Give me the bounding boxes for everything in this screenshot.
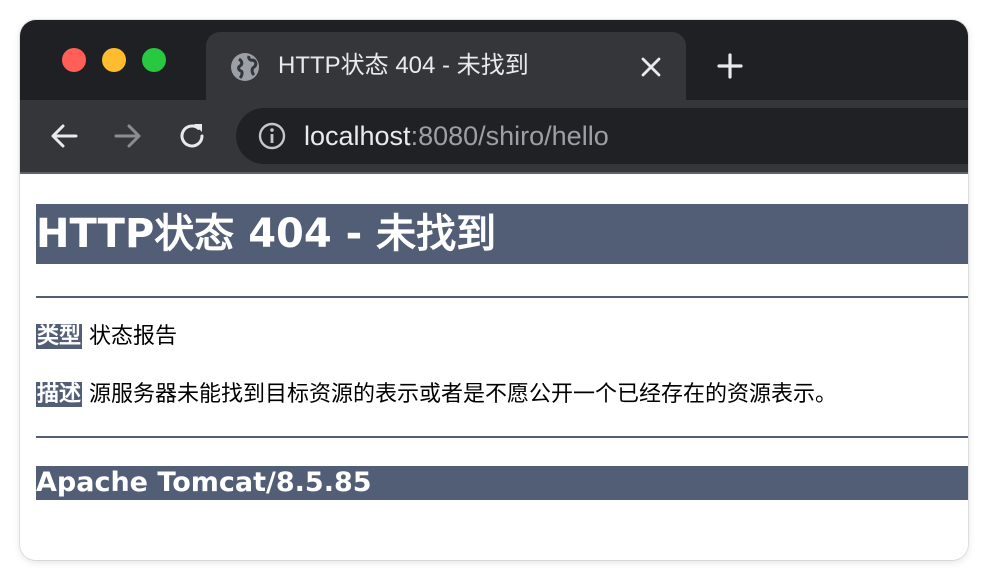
reload-icon[interactable] xyxy=(176,120,208,152)
type-value: 状态报告 xyxy=(89,324,178,349)
divider xyxy=(36,296,968,298)
arrow-right-icon[interactable] xyxy=(112,120,144,152)
plus-icon[interactable] xyxy=(716,52,744,80)
close-window-button[interactable] xyxy=(62,48,86,72)
type-line: 类型 状态报告 xyxy=(36,322,177,352)
url-path: :8080/shiro/hello xyxy=(410,121,609,151)
globe-icon xyxy=(231,53,259,81)
address-bar[interactable]: localhost:8080/shiro/hello xyxy=(236,108,968,164)
arrow-left-icon[interactable] xyxy=(48,120,80,152)
maximize-window-button[interactable] xyxy=(142,48,166,72)
toolbar: localhost:8080/shiro/hello xyxy=(20,100,968,172)
page-content: HTTP状态 404 - 未找到 类型 状态报告 描述 源服务器未能找到目标资源… xyxy=(20,174,968,560)
tab-active[interactable]: HTTP状态 404 - 未找到 xyxy=(206,32,686,100)
minimize-window-button[interactable] xyxy=(102,48,126,72)
description-label: 描述 xyxy=(36,382,83,407)
close-icon[interactable] xyxy=(640,56,662,78)
page-title: HTTP状态 404 - 未找到 xyxy=(36,204,968,264)
type-label: 类型 xyxy=(36,324,83,349)
description-value: 源服务器未能找到目标资源的表示或者是不愿公开一个已经存在的资源表示。 xyxy=(89,382,838,407)
url-host: localhost xyxy=(304,121,411,151)
browser-window: HTTP状态 404 - 未找到 localhost:8080/shiro/he… xyxy=(20,20,968,560)
info-icon[interactable] xyxy=(258,122,286,150)
tab-strip: HTTP状态 404 - 未找到 xyxy=(20,20,968,100)
url-text[interactable]: localhost:8080/shiro/hello xyxy=(304,120,609,152)
divider xyxy=(36,436,968,438)
description-line: 描述 源服务器未能找到目标资源的表示或者是不愿公开一个已经存在的资源表示。 xyxy=(36,380,837,410)
server-footer: Apache Tomcat/8.5.85 xyxy=(36,466,968,500)
tab-title: HTTP状态 404 - 未找到 xyxy=(278,52,529,79)
